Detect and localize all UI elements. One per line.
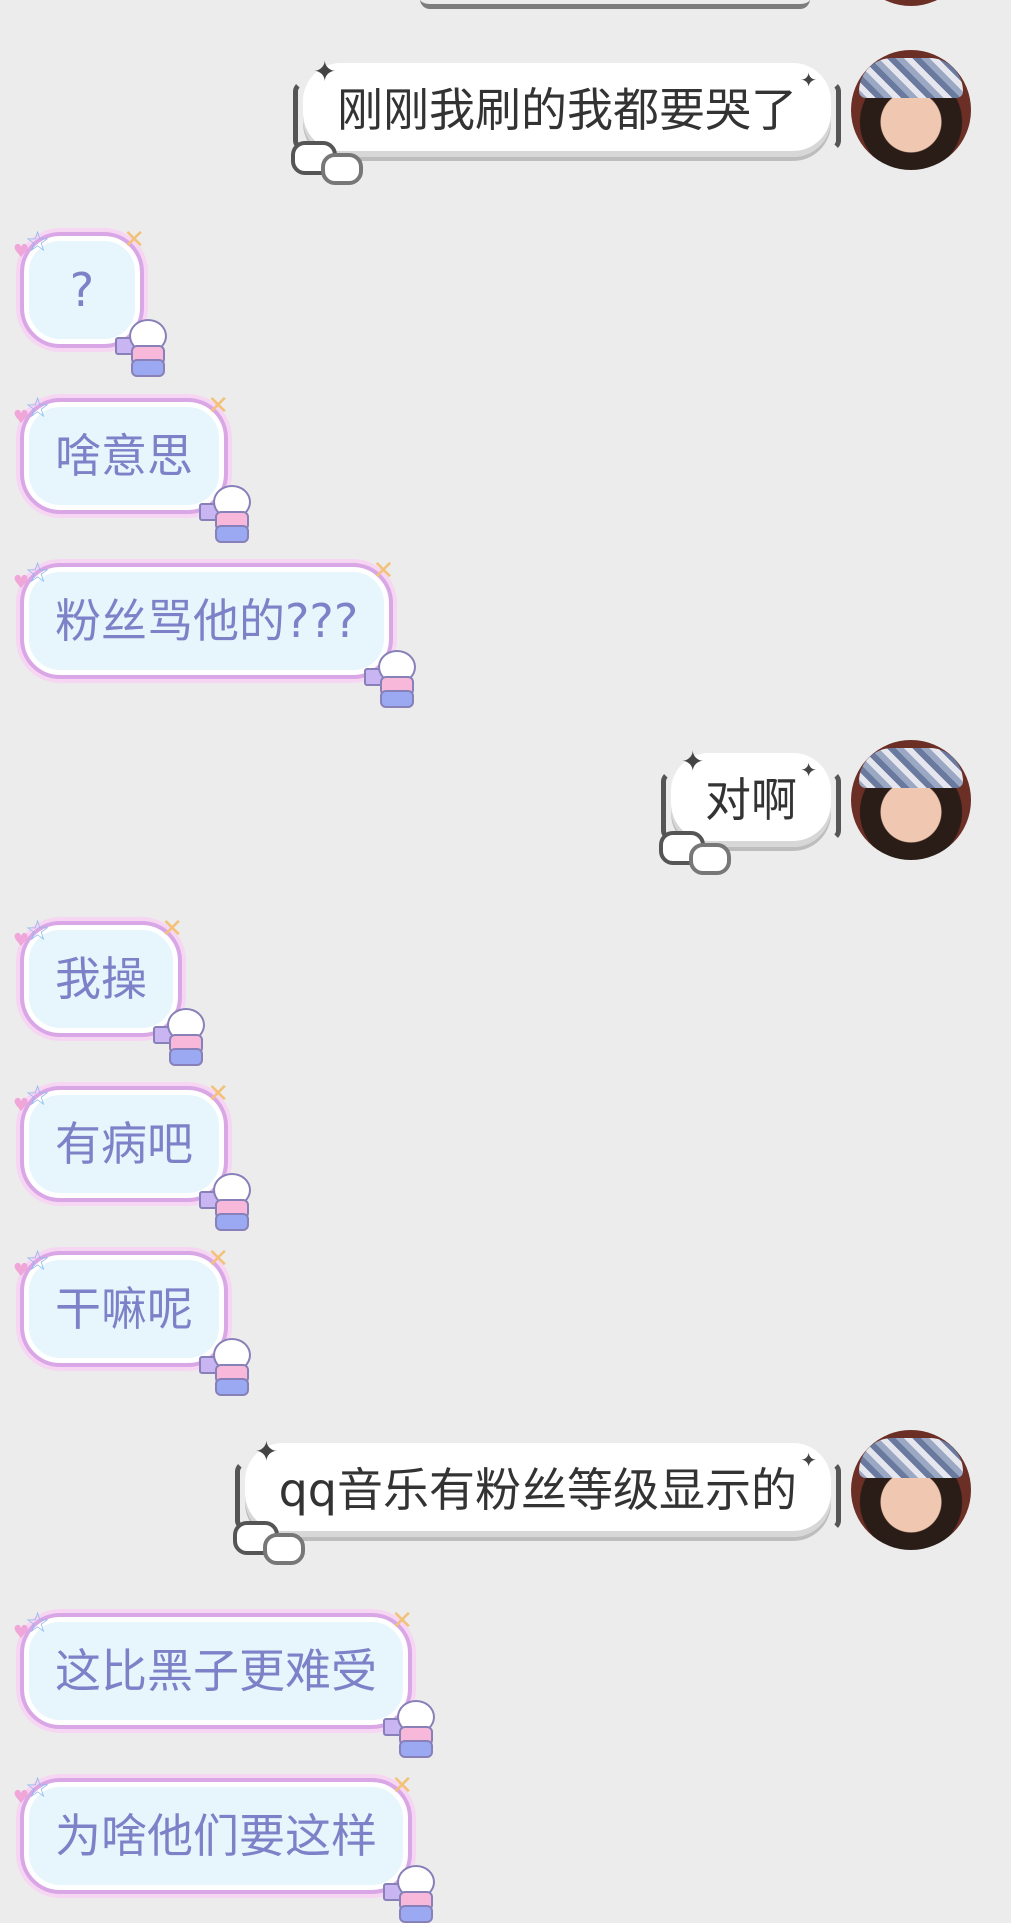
sparkle-icon: ✕ bbox=[391, 1771, 413, 1801]
sparkle-icon: ✦ bbox=[800, 68, 817, 92]
star-icon: ☆ bbox=[25, 225, 51, 258]
message-bubble-self[interactable]: ✦ ✦ 对啊 bbox=[659, 745, 841, 875]
sparkle-icon: ✦ bbox=[681, 745, 705, 778]
message-text: 干嘛呢 bbox=[55, 1282, 193, 1336]
sparkle-icon: ✕ bbox=[207, 1079, 229, 1109]
star-icon: ☆ bbox=[25, 1771, 51, 1804]
message-text: 有病吧 bbox=[55, 1117, 193, 1171]
message-text: ? bbox=[69, 263, 95, 317]
message-text: 为啥他们要这样 bbox=[55, 1809, 377, 1863]
sparkle-icon: ✦ bbox=[800, 1448, 817, 1472]
bunny-sticker-icon bbox=[383, 1700, 437, 1758]
message-bubble-self[interactable]: ✦ ✦ 刚刚我刷的我都要哭了 bbox=[291, 55, 841, 185]
star-icon: ☆ bbox=[25, 1606, 51, 1639]
message-text: qq音乐有粉丝等级显示的 bbox=[278, 1463, 797, 1517]
message-bubble-self[interactable]: ✦ ✦ qq音乐有粉丝等级显示的 bbox=[232, 1435, 842, 1565]
message-row: ♥ ☆ ✕ 我操 bbox=[13, 914, 205, 1066]
sparkle-icon: ✕ bbox=[391, 1606, 413, 1636]
chat-bubble-icon bbox=[321, 153, 363, 185]
bunny-sticker-icon bbox=[199, 1173, 253, 1231]
message-row: ♥ ☆ ✕ 有病吧 bbox=[13, 1079, 251, 1231]
star-icon: ☆ bbox=[25, 391, 51, 424]
message-bubble-other[interactable]: ♥ ☆ ✕ 粉丝骂他的??? bbox=[13, 556, 417, 708]
avatar[interactable] bbox=[851, 740, 971, 860]
message-row: ♥ ☆ ✕ ? bbox=[13, 225, 167, 377]
avatar-fragment bbox=[851, 0, 971, 6]
message-row: ♥ ☆ ✕ 啥意思 bbox=[13, 391, 251, 543]
sparkle-icon: ✕ bbox=[123, 225, 145, 255]
message-row: ✦ ✦ 刚刚我刷的我都要哭了 bbox=[291, 50, 971, 185]
star-icon: ☆ bbox=[25, 914, 51, 947]
message-text: 啥意思 bbox=[55, 429, 193, 483]
message-text: 我操 bbox=[55, 952, 147, 1006]
previous-bubble-fragment bbox=[420, 0, 810, 9]
message-row: ♥ ☆ ✕ 为啥他们要这样 bbox=[13, 1771, 435, 1923]
sparkle-icon: ✕ bbox=[161, 914, 183, 944]
message-row: ✦ ✦ 对啊 bbox=[659, 740, 971, 875]
sparkle-icon: ✕ bbox=[372, 556, 395, 586]
bunny-sticker-icon bbox=[383, 1865, 437, 1923]
bunny-sticker-icon bbox=[364, 650, 418, 708]
message-bubble-other[interactable]: ♥ ☆ ✕ 这比黑子更难受 bbox=[13, 1606, 435, 1758]
sparkle-icon: ✕ bbox=[207, 1244, 229, 1274]
bunny-sticker-icon bbox=[199, 1338, 253, 1396]
chat-area: ✦ ✦ 刚刚我刷的我都要哭了 ♥ ☆ ✕ ? ♥ ☆ ✕ 啥意思 ♥ ☆ ✕ 粉… bbox=[0, 0, 1011, 1923]
star-icon: ☆ bbox=[25, 1244, 51, 1277]
bunny-sticker-icon bbox=[199, 485, 253, 543]
bunny-sticker-icon bbox=[115, 319, 169, 377]
message-row: ♥ ☆ ✕ 这比黑子更难受 bbox=[13, 1606, 435, 1758]
message-bubble-other[interactable]: ♥ ☆ ✕ 为啥他们要这样 bbox=[13, 1771, 435, 1923]
star-icon: ☆ bbox=[25, 556, 51, 589]
message-text: 粉丝骂他的??? bbox=[55, 594, 359, 648]
message-bubble-other[interactable]: ♥ ☆ ✕ 啥意思 bbox=[13, 391, 251, 543]
bunny-sticker-icon bbox=[153, 1008, 207, 1066]
message-bubble-other[interactable]: ♥ ☆ ✕ 有病吧 bbox=[13, 1079, 251, 1231]
star-icon: ☆ bbox=[25, 1079, 51, 1112]
message-text: 刚刚我刷的我都要哭了 bbox=[337, 83, 797, 137]
chat-bubble-icon bbox=[262, 1533, 305, 1565]
sparkle-icon: ✦ bbox=[800, 758, 817, 782]
message-row: ✦ ✦ qq音乐有粉丝等级显示的 bbox=[232, 1430, 971, 1565]
avatar[interactable] bbox=[851, 50, 971, 170]
message-row: ♥ ☆ ✕ 干嘛呢 bbox=[13, 1244, 251, 1396]
message-text: 这比黑子更难受 bbox=[55, 1644, 377, 1698]
sparkle-icon: ✦ bbox=[313, 55, 337, 88]
message-bubble-other[interactable]: ♥ ☆ ✕ ? bbox=[13, 225, 167, 377]
sparkle-icon: ✦ bbox=[254, 1435, 279, 1468]
avatar[interactable] bbox=[851, 1430, 971, 1550]
message-row: ♥ ☆ ✕ 粉丝骂他的??? bbox=[13, 556, 417, 708]
sparkle-icon: ✕ bbox=[207, 391, 229, 421]
message-text: 对啊 bbox=[705, 773, 797, 827]
message-bubble-other[interactable]: ♥ ☆ ✕ 我操 bbox=[13, 914, 205, 1066]
message-bubble-other[interactable]: ♥ ☆ ✕ 干嘛呢 bbox=[13, 1244, 251, 1396]
chat-bubble-icon bbox=[689, 843, 731, 875]
